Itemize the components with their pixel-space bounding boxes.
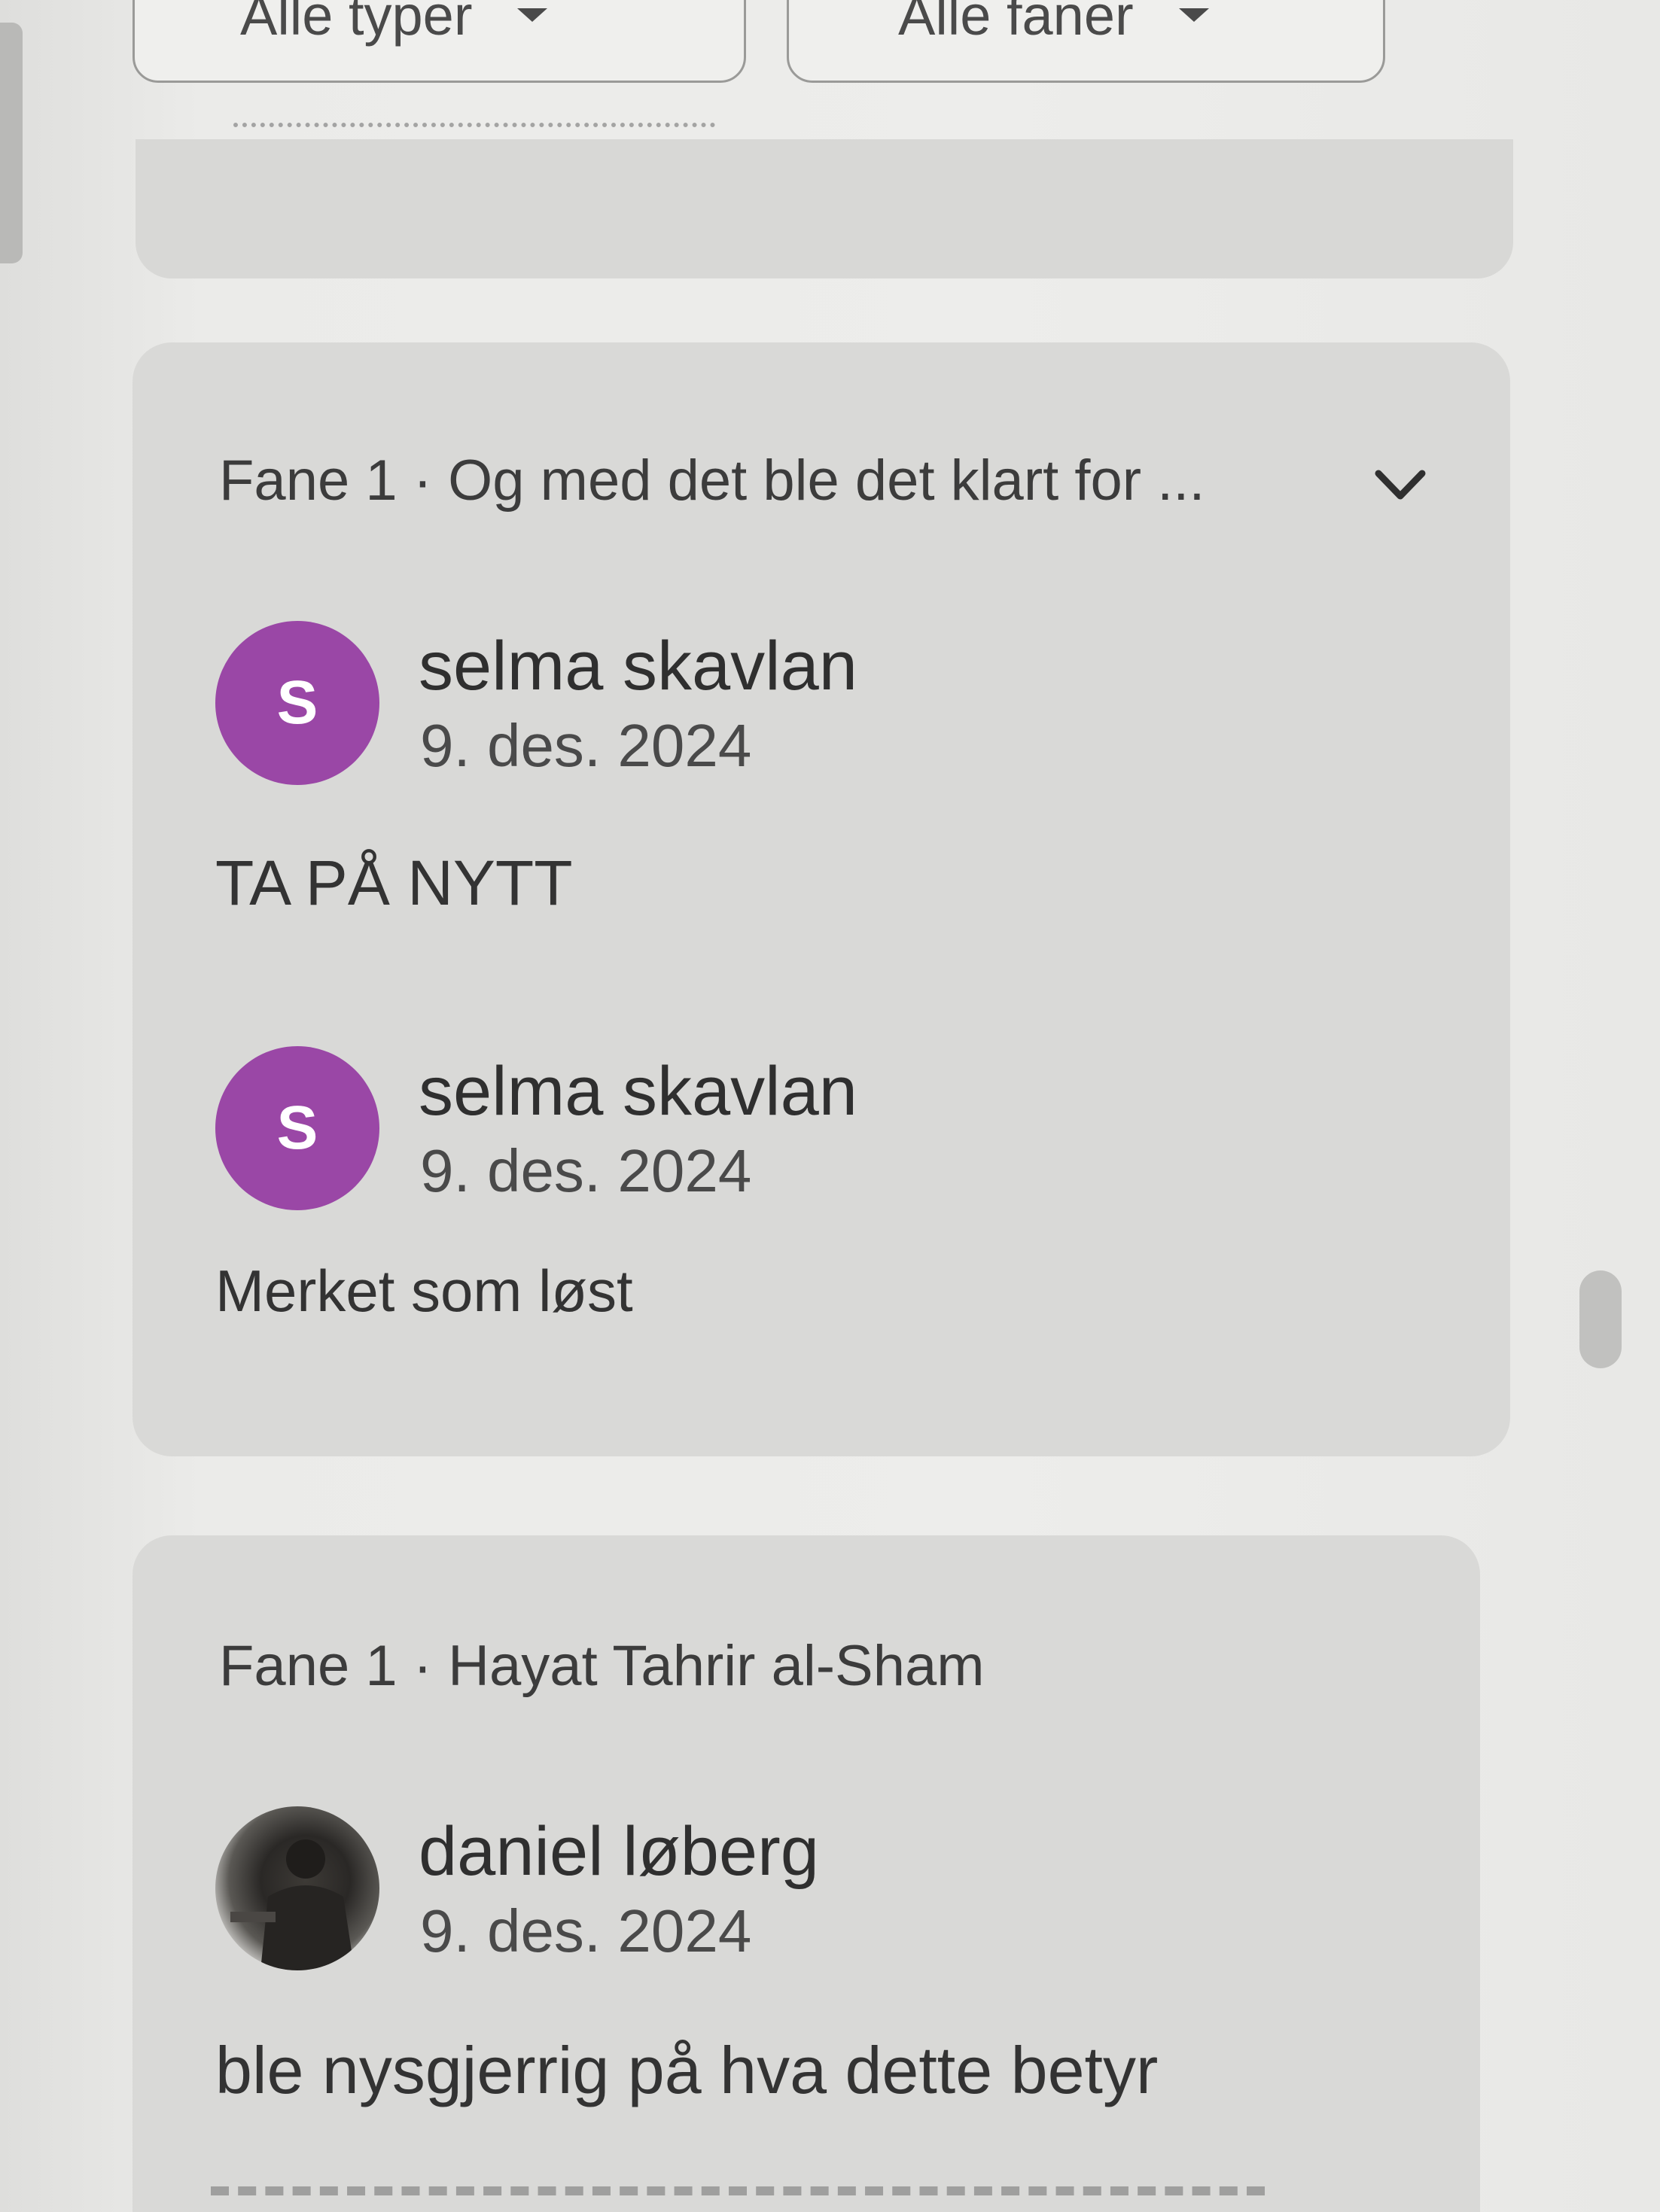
chevron-down-icon[interactable] <box>1371 455 1430 514</box>
caret-down-icon <box>517 8 548 22</box>
previous-comment-card[interactable] <box>136 123 1513 278</box>
comment-text: ble nysgjerrig på hva dette betyr <box>215 2033 1159 2107</box>
comment-author: selma skavlan <box>419 1053 857 1130</box>
tab-filter-dropdown[interactable]: Alle faner <box>787 0 1385 83</box>
tab-filter-label: Alle faner <box>898 0 1134 47</box>
thread-header: Fane 1 · Hayat Tahrir al-Sham <box>219 1634 985 1698</box>
comment-date: 9. des. 2024 <box>420 712 752 779</box>
avatar[interactable] <box>215 1806 379 1970</box>
scrollbar-thumb[interactable] <box>1579 1270 1622 1368</box>
truncated-text <box>211 2186 1265 2212</box>
comments-panel: Alle typer Alle faner Fane 1 · Og med de… <box>0 0 1660 2212</box>
comment-date: 9. des. 2024 <box>420 1137 752 1204</box>
comment-text: TA PÅ NYTT <box>215 847 573 918</box>
avatar[interactable]: S <box>215 621 379 785</box>
type-filter-dropdown[interactable]: Alle typer <box>132 0 746 83</box>
comment-date: 9. des. 2024 <box>420 1897 752 1964</box>
type-filter-label: Alle typer <box>240 0 473 47</box>
comment-status: Merket som løst <box>215 1258 633 1324</box>
comment: daniel løberg 9. des. 2024 ble nysgjerri… <box>215 1806 1345 2122</box>
caret-down-icon <box>1178 8 1209 22</box>
comment: S selma skavlan 9. des. 2024 TA PÅ NYTT <box>215 621 1345 922</box>
comment-thread-card[interactable]: Fane 1 · Hayat Tahrir al-Sham daniel løb… <box>132 1535 1480 2212</box>
comment-thread-card[interactable]: Fane 1 · Og med det ble det klart for ..… <box>132 342 1510 1456</box>
comment-author: daniel løberg <box>419 1813 819 1890</box>
left-scrollbar[interactable] <box>0 23 23 263</box>
profile-photo-icon <box>230 1839 355 1970</box>
truncated-text <box>233 123 715 132</box>
thread-header: Fane 1 · Og med det ble det klart for ..… <box>219 449 1205 513</box>
comment-author: selma skavlan <box>419 628 857 704</box>
avatar[interactable]: S <box>215 1046 379 1210</box>
comment: S selma skavlan 9. des. 2024 Merket som … <box>215 1046 1345 1347</box>
